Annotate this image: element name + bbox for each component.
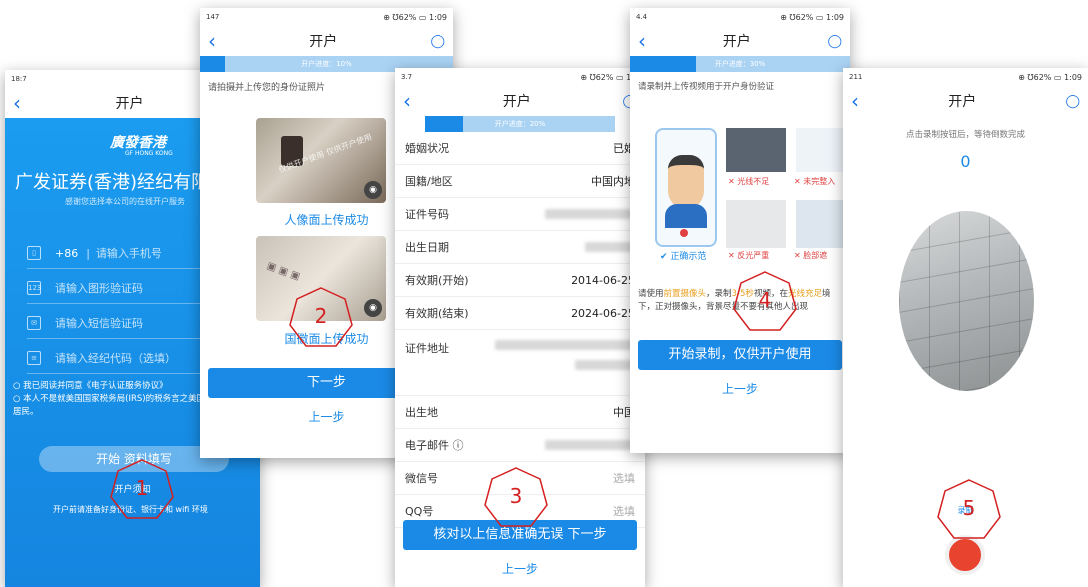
status-time: 147	[206, 13, 220, 21]
correct-label: ✔ 正确示范	[660, 252, 707, 262]
nav-bar: ‹ 开户 ◯	[395, 86, 645, 116]
status-time: 3.7	[401, 73, 413, 81]
info-row[interactable]: 证件地址	[395, 330, 645, 396]
captcha-input[interactable]: 请输入图形验证码	[55, 280, 143, 296]
phone-input[interactable]: 请输入手机号	[96, 245, 162, 261]
correct-example	[655, 128, 717, 247]
bad-label: ✕ 脸部遮	[794, 251, 828, 260]
country-code[interactable]: +86	[55, 247, 78, 260]
brand-logo-en: GF HONG KONG	[125, 150, 173, 157]
nav-bar: ‹ 开户 ◯	[843, 86, 1088, 116]
back-icon[interactable]: ‹	[208, 31, 216, 51]
status-icons: ⊕ ℧62% ▭ 1:09	[383, 12, 447, 22]
screen-video-record: 211 ⊕ ℧62% ▭ 1:09 ‹ 开户 ◯ 点击录制按钮后，等待倒数完成 0…	[843, 68, 1088, 587]
progress-bar: 开户进度：30%	[630, 56, 850, 72]
prev-link[interactable]: 上一步	[395, 560, 645, 577]
camera-icon[interactable]: ◉	[364, 299, 382, 317]
redacted-value	[585, 242, 635, 252]
info-row[interactable]: 有效期(结束) 2024-06-25	[395, 297, 645, 330]
step-marker-4: 4	[732, 270, 798, 336]
info-row[interactable]: 出生地 中国	[395, 396, 645, 429]
bad-example-dark	[726, 128, 786, 172]
headset-icon[interactable]: ◯	[1065, 94, 1080, 109]
headset-icon[interactable]: ◯	[827, 34, 842, 49]
prev-link[interactable]: 上一步	[630, 380, 850, 397]
camera-icon[interactable]: ◉	[364, 181, 382, 199]
screen-personal-info: 3.7⊕ ℧62% ▭ 1:0 ‹ 开户 ◯ 开户进度：20% 婚姻状况已婚 国…	[395, 68, 645, 587]
status-time: 211	[849, 73, 863, 81]
broker-input[interactable]: 请输入经纪代码（选填）	[55, 350, 176, 366]
id-front-photo[interactable]: ◉ 仅供开户使用 仅供开户使用	[256, 118, 386, 203]
info-row[interactable]: 有效期(开始) 2014-06-25	[395, 264, 645, 297]
captcha-icon: 123	[27, 281, 41, 295]
status-bar: 147 ⊕ ℧62% ▭ 1:09	[200, 8, 453, 26]
back-icon[interactable]: ‹	[638, 31, 646, 51]
phone-icon: ▯	[27, 246, 41, 260]
nav-bar: ‹ 开户 ◯	[630, 26, 850, 56]
page-title: 开户	[309, 34, 338, 50]
sms-input[interactable]: 请输入短信验证码	[55, 315, 143, 331]
emblem: ▣ ▣ ▣	[265, 260, 302, 283]
bad-label: ✕ 反光严重	[728, 251, 770, 260]
step-marker-1: 1	[109, 458, 175, 524]
back-icon[interactable]: ‹	[851, 91, 859, 111]
mail-icon: ✉	[27, 316, 41, 330]
countdown: 0	[960, 152, 971, 171]
status-bar: 211 ⊕ ℧62% ▭ 1:09	[843, 68, 1088, 86]
bad-example-partial	[796, 128, 850, 172]
status-icons: ⊕ ℧62% ▭ 1:09	[780, 12, 844, 22]
info-row[interactable]: 电子邮件 ⓘ	[395, 429, 645, 462]
redacted-value	[545, 209, 635, 219]
record-instruction: 点击录制按钮后，等待倒数完成	[905, 130, 1025, 140]
status-time: 4.4	[636, 13, 648, 21]
subline: 感谢您选择本公司的在线开户服务	[65, 197, 185, 206]
bad-example-covered	[796, 200, 850, 248]
status-icons: ⊕ ℧62% ▭ 1:09	[1018, 72, 1082, 82]
info-row[interactable]: 国籍/地区 中国内地	[395, 165, 645, 198]
page-title: 开户	[502, 94, 531, 110]
bad-label: ✕ 光线不足	[728, 177, 770, 186]
info-row[interactable]: 证件号码	[395, 198, 645, 231]
camera-preview	[899, 211, 1034, 391]
page-title: 开户	[115, 96, 144, 112]
nav-bar: ‹ 开户 ◯	[200, 26, 453, 56]
bad-example-glare	[726, 200, 786, 248]
bad-label: ✕ 未完整入	[794, 177, 836, 186]
status-bar: 3.7 ⊕ ℧62% ▭ 1:0	[395, 68, 645, 86]
step-marker-2: 2	[288, 286, 354, 352]
headset-icon[interactable]: ◯	[430, 34, 445, 49]
info-row[interactable]: 婚姻状况 已婚	[395, 132, 645, 165]
info-row[interactable]: 出生日期	[395, 231, 645, 264]
step-marker-5: 5	[936, 478, 1002, 544]
back-icon[interactable]: ‹	[13, 93, 21, 113]
step-marker-3: 3	[483, 466, 549, 532]
code-icon: ≡	[27, 351, 41, 365]
progress-bar: 开户进度：20%	[425, 116, 615, 132]
headline: 广发证券(香港)经纪有限	[15, 172, 210, 193]
back-icon[interactable]: ‹	[403, 91, 411, 111]
status-bar: 4.4 ⊕ ℧62% ▭ 1:09	[630, 8, 850, 26]
brand-logo: 廣發香港	[110, 135, 166, 151]
page-title: 开户	[948, 94, 977, 110]
status-time: 18:7	[11, 75, 27, 83]
screen-video-guide: 4.4 ⊕ ℧62% ▭ 1:09 ‹ 开户 ◯ 开户进度：30% 请录制并上传视…	[630, 8, 850, 453]
start-recording-button[interactable]: 开始录制，仅供开户使用	[638, 340, 842, 370]
page-title: 开户	[722, 34, 751, 50]
video-instruction: 请录制并上传视频用于开户身份验证	[638, 82, 775, 92]
